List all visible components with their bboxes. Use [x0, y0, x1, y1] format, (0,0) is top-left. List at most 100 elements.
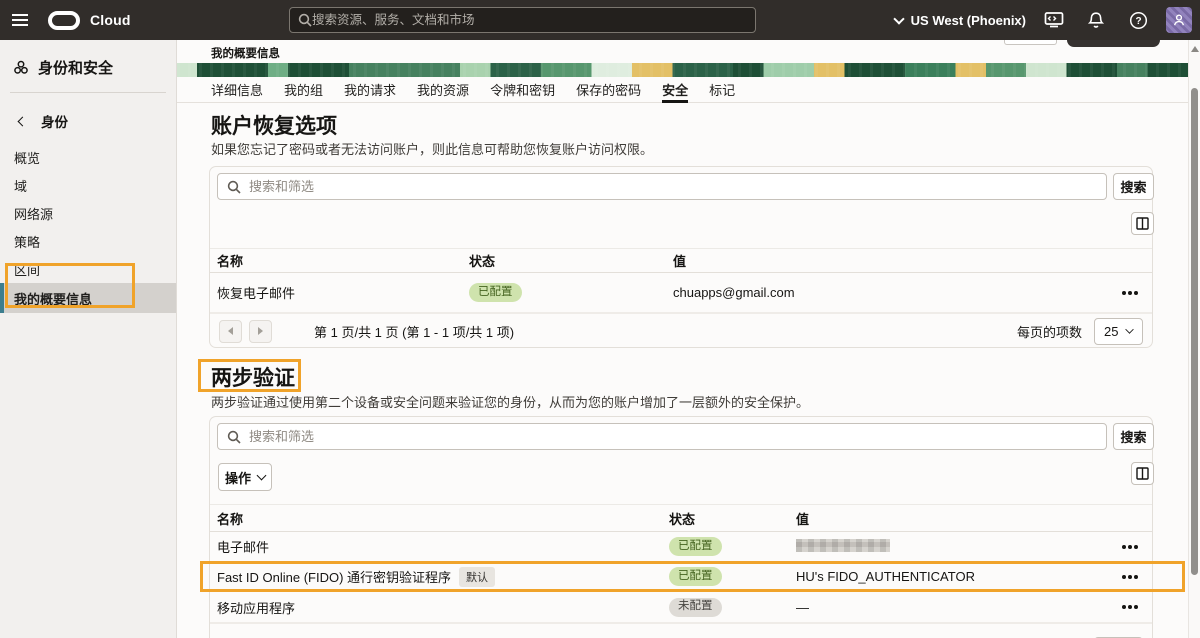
default-badge: 默认	[459, 567, 495, 587]
two-step-table-header: 名称 状态 值	[210, 504, 1152, 532]
search-icon	[298, 13, 312, 27]
table-row-mobile-app: 移动应用程序 未配置 —	[210, 592, 1152, 623]
sidebar-item-my-profile[interactable]: 我的概要信息	[0, 283, 176, 313]
two-step-filter-input[interactable]	[249, 429, 1097, 444]
table-row-email: 电子邮件 已配置	[210, 532, 1152, 562]
row-value: chuapps@gmail.com	[673, 285, 1108, 300]
arrow-left-icon	[228, 327, 233, 335]
search-icon	[227, 180, 241, 194]
section-title-two-step: 两步验证	[211, 362, 295, 392]
column-header-value[interactable]: 值	[796, 509, 1108, 528]
recovery-filter[interactable]	[217, 173, 1107, 200]
main-content: 我的概要信息 详细信息 我的组 我的请求 我的资源 令牌和密钥 保存的密码 安全…	[177, 40, 1188, 638]
two-step-pagination	[210, 623, 1152, 638]
recovery-panel: 搜索 名称 状态 值 恢复电子邮件 已配置 chuapps@gmail.com …	[209, 166, 1153, 348]
section-desc-two-step: 两步验证通过使用第二个设备或安全问题来验证您的身份，从而为您的账户增加了一层额外…	[211, 392, 809, 411]
redacted-value	[796, 539, 890, 552]
profile-tabs: 详细信息 我的组 我的请求 我的资源 令牌和密钥 保存的密码 安全 标记	[177, 80, 1188, 103]
vertical-scrollbar[interactable]	[1188, 40, 1200, 638]
two-step-panel: 搜索 操作 名称 状态 值 电子邮件 已配置 Fast ID Online (F…	[209, 416, 1153, 638]
column-header-status[interactable]: 状态	[469, 251, 673, 270]
user-avatar[interactable]	[1166, 7, 1192, 33]
row-value: HU's FIDO_AUTHENTICATOR	[796, 569, 1108, 584]
recovery-search-button[interactable]: 搜索	[1113, 173, 1154, 200]
pagination-text: 第 1 页/共 1 页 (第 1 - 1 项/共 1 项)	[314, 322, 514, 341]
column-header-status[interactable]: 状态	[669, 509, 796, 528]
sidebar-item-domains[interactable]: 域	[0, 171, 176, 199]
region-selector[interactable]: US West (Phoenix)	[895, 13, 1026, 28]
row-name: 移动应用程序	[210, 598, 669, 617]
profile-banner-image	[177, 63, 1188, 77]
arrow-right-icon	[258, 327, 263, 335]
manage-columns-button[interactable]	[1131, 212, 1154, 235]
brand-label: Cloud	[90, 12, 131, 28]
breadcrumb[interactable]: 我的概要信息	[211, 45, 280, 61]
sidebar-back-label: 身份	[41, 111, 68, 131]
row-actions-icon[interactable]	[1128, 545, 1132, 549]
scrollbar-up-arrow-icon[interactable]	[1191, 46, 1199, 52]
tab-saved-passwords[interactable]: 保存的密码	[576, 80, 641, 103]
column-header-name[interactable]: 名称	[210, 251, 469, 270]
row-name: 恢复电子邮件	[210, 283, 469, 302]
tab-tokens-keys[interactable]: 令牌和密钥	[490, 80, 555, 103]
chevron-left-icon	[18, 116, 28, 126]
row-actions-icon[interactable]	[1128, 291, 1132, 295]
section-desc-account-recovery: 如果您忘记了密码或者无法访问账户，则此信息可帮助您恢复账户访问权限。	[211, 139, 653, 158]
row-value: —	[796, 600, 1108, 615]
sidebar-back-identity[interactable]: 身份	[0, 93, 176, 131]
sidebar-item-compartments[interactable]: 区间	[0, 255, 176, 283]
sidebar-item-policies[interactable]: 策略	[0, 227, 176, 255]
table-row-fido: Fast ID Online (FIDO) 通行密钥验证程序 默认 已配置 HU…	[210, 562, 1152, 592]
column-header-value[interactable]: 值	[673, 251, 1108, 270]
help-icon[interactable]: ?	[1124, 6, 1152, 34]
row-actions-icon[interactable]	[1128, 605, 1132, 609]
row-name: 电子邮件	[210, 537, 669, 556]
row-actions-icon[interactable]	[1128, 575, 1132, 579]
per-page-label: 每页的项数	[1017, 322, 1082, 341]
oracle-logo-icon	[48, 11, 80, 30]
svg-text:?: ?	[1135, 16, 1141, 27]
sidebar: 身份和安全 身份 概览 域 网络源 策略 区间 我的概要信息	[0, 40, 177, 638]
recovery-filter-input[interactable]	[249, 179, 1097, 194]
chevron-down-icon	[257, 471, 267, 481]
next-page-button[interactable]	[249, 320, 272, 343]
status-badge: 已配置	[669, 567, 722, 586]
status-badge: 已配置	[469, 283, 522, 302]
per-page-value: 25	[1104, 324, 1118, 339]
status-badge: 未配置	[669, 598, 722, 617]
global-search-input[interactable]	[312, 13, 747, 27]
tab-my-groups[interactable]: 我的组	[284, 80, 323, 103]
topbar: Cloud US West (Phoenix) ?	[0, 0, 1200, 40]
recovery-pagination: 第 1 页/共 1 页 (第 1 - 1 项/共 1 项) 每页的项数 25	[210, 313, 1152, 348]
section-title-account-recovery: 账户恢复选项	[211, 110, 337, 140]
actions-label: 操作	[225, 468, 251, 487]
actions-dropdown-button[interactable]: 操作	[218, 463, 272, 491]
region-label: US West (Phoenix)	[911, 13, 1026, 28]
sidebar-title: 身份和安全	[38, 57, 113, 78]
column-header-name[interactable]: 名称	[210, 509, 669, 528]
global-search[interactable]	[289, 7, 756, 33]
hamburger-menu-icon[interactable]	[0, 0, 40, 40]
cloud-shell-icon[interactable]	[1040, 6, 1068, 34]
status-badge: 已配置	[669, 537, 722, 556]
scrollbar-thumb[interactable]	[1191, 88, 1198, 575]
chevron-down-icon	[1125, 325, 1133, 333]
recovery-table-header: 名称 状态 值	[210, 248, 1152, 273]
per-page-select[interactable]: 25	[1094, 318, 1143, 345]
prev-page-button[interactable]	[219, 320, 242, 343]
identity-security-icon	[13, 60, 29, 75]
tab-tags[interactable]: 标记	[709, 80, 735, 103]
tab-my-requests[interactable]: 我的请求	[344, 80, 396, 103]
sidebar-item-network-sources[interactable]: 网络源	[0, 199, 176, 227]
two-step-filter[interactable]	[217, 423, 1107, 450]
table-row-recovery-email: 恢复电子邮件 已配置 chuapps@gmail.com	[210, 273, 1152, 313]
tab-my-resources[interactable]: 我的资源	[417, 80, 469, 103]
notifications-bell-icon[interactable]	[1082, 6, 1110, 34]
tab-details[interactable]: 详细信息	[211, 80, 263, 103]
manage-columns-button[interactable]	[1131, 462, 1154, 485]
chevron-down-icon	[893, 13, 904, 24]
two-step-search-button[interactable]: 搜索	[1113, 423, 1154, 450]
tab-security[interactable]: 安全	[662, 80, 688, 103]
search-icon	[227, 430, 241, 444]
sidebar-item-overview[interactable]: 概览	[0, 143, 176, 171]
